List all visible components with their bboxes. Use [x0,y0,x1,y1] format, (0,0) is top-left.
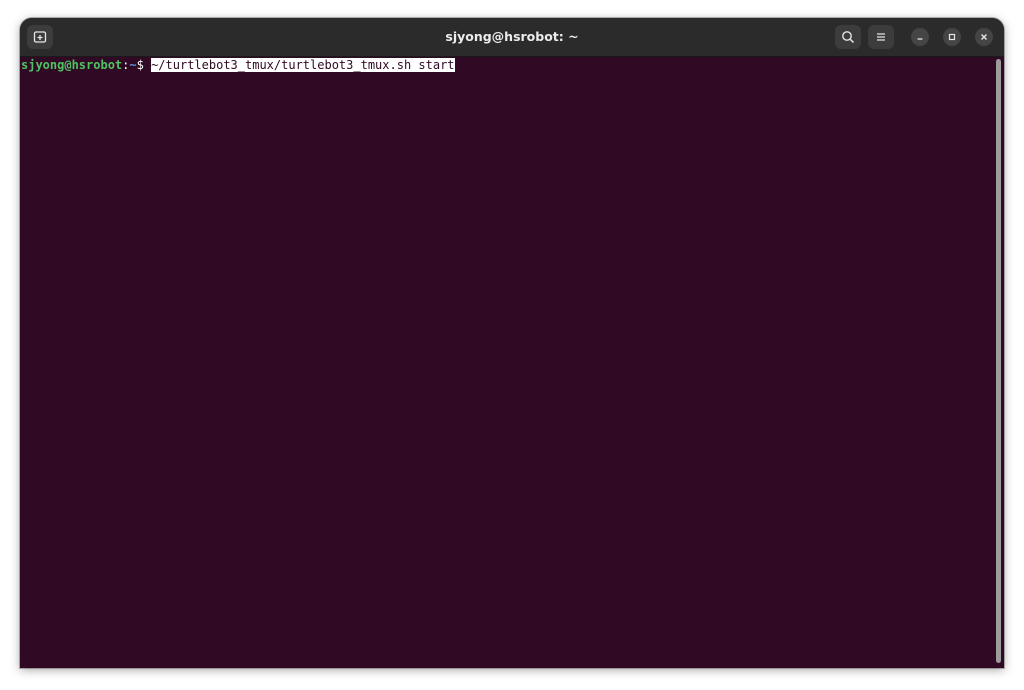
vertical-scrollbar[interactable] [996,59,1001,663]
maximize-icon [948,33,956,41]
menu-button[interactable] [868,25,894,49]
close-icon [981,34,987,40]
terminal-output[interactable]: sjyong@hsrobot:~$ ~/turtlebot3_tmux/turt… [20,57,990,668]
new-tab-icon [33,31,47,43]
maximize-button[interactable] [943,28,961,46]
prompt-user-host: sjyong@hsrobot [21,58,123,72]
scrollbar-thumb[interactable] [996,59,1001,663]
command-text-selected[interactable]: ~/turtlebot3_tmux/turtlebot3_tmux.sh sta… [151,58,455,72]
new-tab-button[interactable] [27,25,53,49]
hamburger-menu-icon [877,33,885,41]
minimize-button[interactable] [911,28,929,46]
search-button[interactable] [835,25,861,49]
title-bar[interactable]: sjyong@hsrobot: ~ [20,18,1004,57]
prompt-symbol: $ [136,58,152,72]
terminal-window: sjyong@hsrobot: ~ sjyong@hsrobot:~$ ~/tu… [20,18,1004,668]
minimize-icon [917,38,923,40]
prompt-cwd: ~ [129,58,137,72]
close-button[interactable] [975,28,993,46]
search-icon [842,31,855,44]
